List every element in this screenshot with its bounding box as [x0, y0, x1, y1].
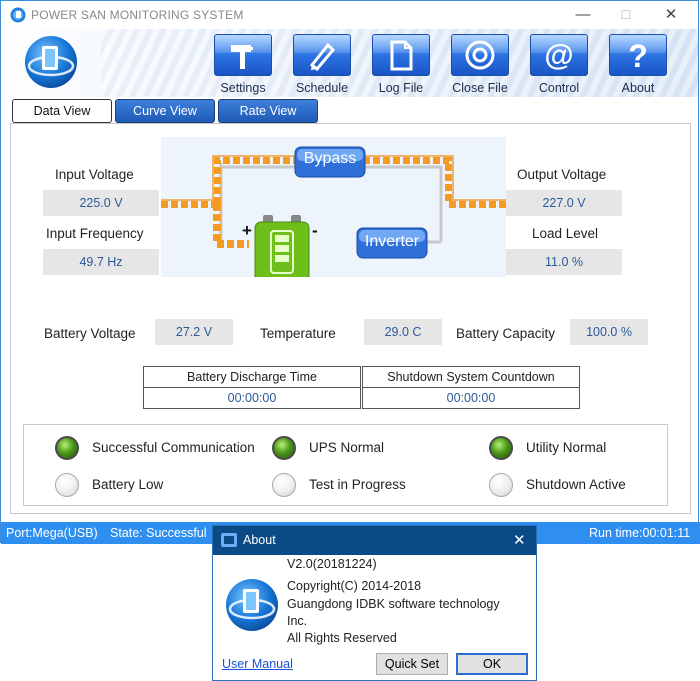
app-logo — [25, 36, 77, 88]
shutdown-active-label: Shutdown Active — [526, 477, 626, 492]
close-file-button[interactable]: Close File — [450, 34, 510, 96]
svg-text:?: ? — [628, 38, 648, 74]
about-close-button[interactable]: ✕ — [513, 531, 526, 549]
battery-low-led — [55, 473, 79, 497]
schedule-label: Schedule — [295, 81, 349, 95]
copyright-text: Copyright(C) 2014-2018 — [287, 579, 422, 593]
window-title: POWER SAN MONITORING SYSTEM — [31, 8, 244, 22]
control-at-icon: @ — [544, 39, 573, 72]
schedule-button[interactable]: Schedule — [292, 34, 352, 96]
log-file-button[interactable]: Log File — [371, 34, 431, 96]
quick-set-button[interactable]: Quick Set — [376, 653, 448, 675]
app-icon — [10, 7, 26, 23]
battery-icon — [254, 215, 310, 283]
settings-tools-icon — [231, 45, 253, 69]
battery-low-label: Battery Low — [92, 477, 164, 492]
test-in-progress-label: Test in Progress — [309, 477, 406, 492]
test-in-progress-led — [272, 473, 296, 497]
about-button[interactable]: ? About — [608, 34, 668, 96]
battery-voltage-value: 27.2 V — [155, 319, 233, 345]
port-status: Port:Mega(USB) — [6, 526, 98, 540]
ups-normal-label: UPS Normal — [309, 440, 385, 455]
input-voltage-label: Input Voltage — [55, 167, 134, 182]
about-logo — [226, 579, 278, 631]
ok-button[interactable]: OK — [456, 653, 528, 675]
input-frequency-value: 49.7 Hz — [43, 249, 159, 275]
connection-state: State: Successful — [110, 526, 207, 540]
inverter-label: Inverter — [364, 233, 420, 250]
settings-label: Settings — [220, 81, 266, 95]
temperature-value: 29.0 C — [364, 319, 442, 345]
run-time: Run time:00:01:11 — [589, 526, 691, 540]
utility-normal-label: Utility Normal — [526, 440, 607, 455]
close-file-label: Close File — [452, 81, 508, 95]
output-voltage-value: 227.0 V — [506, 190, 622, 216]
close-button[interactable]: ✕ — [656, 5, 686, 25]
bypass-label: Bypass — [303, 150, 357, 167]
schedule-icon — [309, 42, 336, 72]
tab-curve-view[interactable]: Curve View — [115, 99, 215, 123]
ups-normal-led — [272, 436, 296, 460]
rights-text: All Rights Reserved — [287, 631, 397, 645]
tab-rate-view[interactable]: Rate View — [218, 99, 318, 123]
battery-capacity-label: Battery Capacity — [456, 326, 556, 341]
company-text-line1: Guangdong IDBK software technology — [287, 597, 500, 611]
minimize-button[interactable]: — — [568, 5, 598, 25]
input-voltage-value: 225.0 V — [43, 190, 159, 216]
maximize-button[interactable]: ☐ — [611, 5, 641, 25]
log-file-label: Log File — [378, 81, 424, 95]
close-file-icon — [465, 40, 495, 70]
battery-minus-sign: - — [312, 221, 318, 240]
status-indicators — [23, 424, 668, 506]
control-button[interactable]: @ Control — [529, 34, 589, 96]
log-file-icon — [390, 40, 413, 71]
battery-voltage-label: Battery Voltage — [44, 326, 136, 341]
communication-status-label: Successful Communication — [92, 440, 255, 455]
control-label: Control — [538, 81, 580, 95]
tab-data-view[interactable]: Data View — [12, 99, 112, 123]
output-voltage-label: Output Voltage — [517, 167, 607, 182]
main-window: POWER SAN MONITORING SYSTEM — ☐ ✕ Settin… — [0, 0, 700, 544]
about-title-bar: About ✕ — [213, 526, 536, 555]
utility-normal-led — [489, 436, 513, 460]
about-question-icon: ? — [628, 38, 648, 74]
discharge-time-value: 00:00:00 — [143, 387, 361, 409]
shutdown-active-led — [489, 473, 513, 497]
settings-button[interactable]: Settings — [213, 34, 273, 96]
temperature-label: Temperature — [260, 326, 336, 341]
input-frequency-label: Input Frequency — [46, 226, 144, 241]
about-dialog: About ✕ V2.0(20181224) Copyright(C) 2014… — [212, 525, 537, 681]
battery-capacity-value: 100.0 % — [570, 319, 648, 345]
communication-led — [55, 436, 79, 460]
discharge-time-header: Battery Discharge Time — [143, 366, 361, 388]
version-text: V2.0(20181224) — [287, 557, 377, 571]
about-title-text: About — [243, 533, 276, 547]
load-level-value: 11.0 % — [506, 249, 622, 275]
battery-plus-sign: + — [242, 221, 252, 240]
company-text-line2: Inc. — [287, 614, 308, 628]
user-manual-link[interactable]: User Manual — [222, 657, 293, 671]
about-label: About — [621, 81, 655, 95]
shutdown-countdown-header: Shutdown System Countdown — [362, 366, 580, 388]
dialog-app-icon — [221, 533, 237, 547]
load-level-label: Load Level — [532, 226, 599, 241]
svg-text:@: @ — [544, 39, 573, 72]
shutdown-countdown-value: 00:00:00 — [362, 387, 580, 409]
title-bar: POWER SAN MONITORING SYSTEM — ☐ ✕ — [1, 1, 698, 29]
